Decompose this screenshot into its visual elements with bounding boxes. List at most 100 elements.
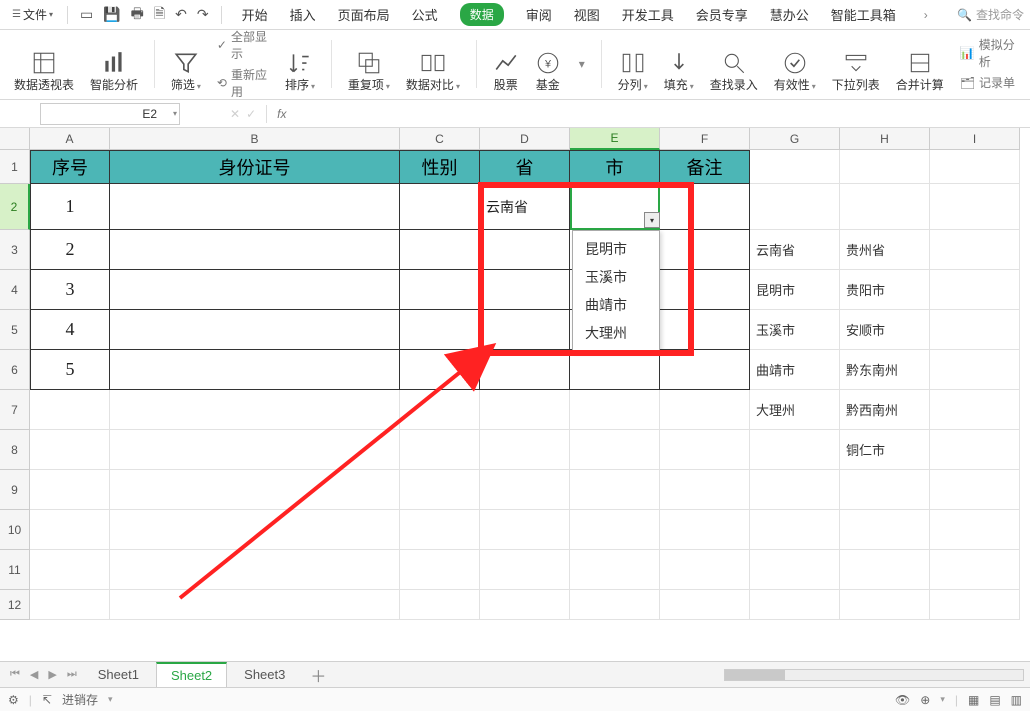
- row-7[interactable]: 7: [0, 390, 30, 430]
- cell-C2[interactable]: [400, 184, 480, 230]
- cell-G2[interactable]: [750, 184, 840, 230]
- sort-button[interactable]: 排序▾: [281, 34, 319, 93]
- tab-data[interactable]: 数据: [460, 3, 504, 26]
- cell-B2[interactable]: [110, 184, 400, 230]
- cell-C10[interactable]: [400, 510, 480, 550]
- simulate-button[interactable]: 📊模拟分析: [960, 36, 1016, 70]
- cell-A2[interactable]: 1: [30, 184, 110, 230]
- row-11[interactable]: 11: [0, 550, 30, 590]
- row-3[interactable]: 3: [0, 230, 30, 270]
- cell-C3[interactable]: [400, 230, 480, 270]
- print-preview-icon[interactable]: 🗎: [154, 3, 165, 27]
- cell-D4[interactable]: [480, 270, 570, 310]
- cell-C8[interactable]: [400, 430, 480, 470]
- confirm-icon[interactable]: ✓: [246, 107, 256, 121]
- cell-D9[interactable]: [480, 470, 570, 510]
- cell-I8[interactable]: [930, 430, 1020, 470]
- sheet-nav-first[interactable]: ⏮: [6, 666, 24, 683]
- col-G[interactable]: G: [750, 128, 840, 150]
- cell-H7[interactable]: 黔西南州: [840, 390, 930, 430]
- view-normal-icon[interactable]: ▦: [968, 693, 979, 707]
- row-1[interactable]: 1: [0, 150, 30, 184]
- cell-B6[interactable]: [110, 350, 400, 390]
- validation-dropdown-list[interactable]: 昆明市 玉溪市 曲靖市 大理州: [572, 230, 660, 352]
- name-box[interactable]: E2 ▾: [40, 103, 180, 125]
- cell-A7[interactable]: [30, 390, 110, 430]
- cell-E11[interactable]: [570, 550, 660, 590]
- cell-D3[interactable]: [480, 230, 570, 270]
- col-A[interactable]: A: [30, 128, 110, 150]
- pivot-table-button[interactable]: 数据透视表: [10, 34, 78, 93]
- cancel-icon[interactable]: ✕: [230, 107, 240, 121]
- cell-G10[interactable]: [750, 510, 840, 550]
- sheet-nav-prev[interactable]: ◀: [26, 666, 42, 683]
- save-icon[interactable]: 💾: [103, 6, 120, 23]
- select-all-corner[interactable]: [0, 128, 30, 150]
- cell-C9[interactable]: [400, 470, 480, 510]
- dropdown-option[interactable]: 曲靖市: [573, 291, 659, 319]
- view-pagebreak-icon[interactable]: ▤: [989, 693, 1000, 707]
- formula-input[interactable]: [290, 103, 1030, 125]
- cell-G11[interactable]: [750, 550, 840, 590]
- cell-D5[interactable]: [480, 310, 570, 350]
- new-icon[interactable]: ▭: [80, 6, 93, 23]
- print-icon[interactable]: 🖶: [131, 3, 144, 27]
- cell-E12[interactable]: [570, 590, 660, 620]
- cell-B4[interactable]: [110, 270, 400, 310]
- cell-C1[interactable]: 性别: [400, 150, 480, 184]
- cell-I4[interactable]: [930, 270, 1020, 310]
- cell-A6[interactable]: 5: [30, 350, 110, 390]
- undo-icon[interactable]: ↶: [175, 6, 187, 23]
- col-D[interactable]: D: [480, 128, 570, 150]
- sheet-tab-3[interactable]: Sheet3: [229, 662, 300, 687]
- cell-B11[interactable]: [110, 550, 400, 590]
- command-search[interactable]: 🔍 查找命令: [957, 6, 1024, 23]
- cell-E1[interactable]: 市: [570, 150, 660, 184]
- col-F[interactable]: F: [660, 128, 750, 150]
- cell-D6[interactable]: [480, 350, 570, 390]
- cell-H10[interactable]: [840, 510, 930, 550]
- cell-A4[interactable]: 3: [30, 270, 110, 310]
- cell-A3[interactable]: 2: [30, 230, 110, 270]
- cell-B12[interactable]: [110, 590, 400, 620]
- cell-H3[interactable]: 贵州省: [840, 230, 930, 270]
- tab-huiban[interactable]: 慧办公: [770, 1, 809, 28]
- eye-icon[interactable]: 👁: [895, 693, 910, 707]
- cell-E7[interactable]: [570, 390, 660, 430]
- add-sheet-button[interactable]: ＋: [302, 663, 334, 687]
- stock-button[interactable]: 股票: [489, 34, 523, 93]
- tab-smarttools[interactable]: 智能工具箱: [831, 1, 896, 28]
- cell-H6[interactable]: 黔东南州: [840, 350, 930, 390]
- row-4[interactable]: 4: [0, 270, 30, 310]
- lookup-button[interactable]: 查找录入: [706, 34, 762, 93]
- cell-A12[interactable]: [30, 590, 110, 620]
- sheet-nav-last[interactable]: ⏭: [63, 666, 81, 683]
- cell-B1[interactable]: 身份证号: [110, 150, 400, 184]
- cell-G4[interactable]: 昆明市: [750, 270, 840, 310]
- cell-H8[interactable]: 铜仁市: [840, 430, 930, 470]
- cell-F9[interactable]: [660, 470, 750, 510]
- fill-button[interactable]: 填充▾: [660, 34, 698, 93]
- cell-I3[interactable]: [930, 230, 1020, 270]
- row-9[interactable]: 9: [0, 470, 30, 510]
- cell-D10[interactable]: [480, 510, 570, 550]
- cell-A5[interactable]: 4: [30, 310, 110, 350]
- cell-D7[interactable]: [480, 390, 570, 430]
- cell-F11[interactable]: [660, 550, 750, 590]
- cell-B7[interactable]: [110, 390, 400, 430]
- cell-C12[interactable]: [400, 590, 480, 620]
- cell-I1[interactable]: [930, 150, 1020, 184]
- cell-H9[interactable]: [840, 470, 930, 510]
- cell-E8[interactable]: [570, 430, 660, 470]
- settings-icon[interactable]: ⚙: [8, 693, 19, 707]
- cell-G3[interactable]: 云南省: [750, 230, 840, 270]
- cell-C11[interactable]: [400, 550, 480, 590]
- cell-A9[interactable]: [30, 470, 110, 510]
- cell-F4[interactable]: [660, 270, 750, 310]
- datatype-more[interactable]: ▾: [573, 34, 589, 93]
- row-6[interactable]: 6: [0, 350, 30, 390]
- fund-button[interactable]: ¥ 基金: [531, 34, 565, 93]
- record-button[interactable]: 🗂记录单: [960, 74, 1015, 91]
- col-I[interactable]: I: [930, 128, 1020, 150]
- view-pagelayout-icon[interactable]: ▥: [1011, 693, 1022, 707]
